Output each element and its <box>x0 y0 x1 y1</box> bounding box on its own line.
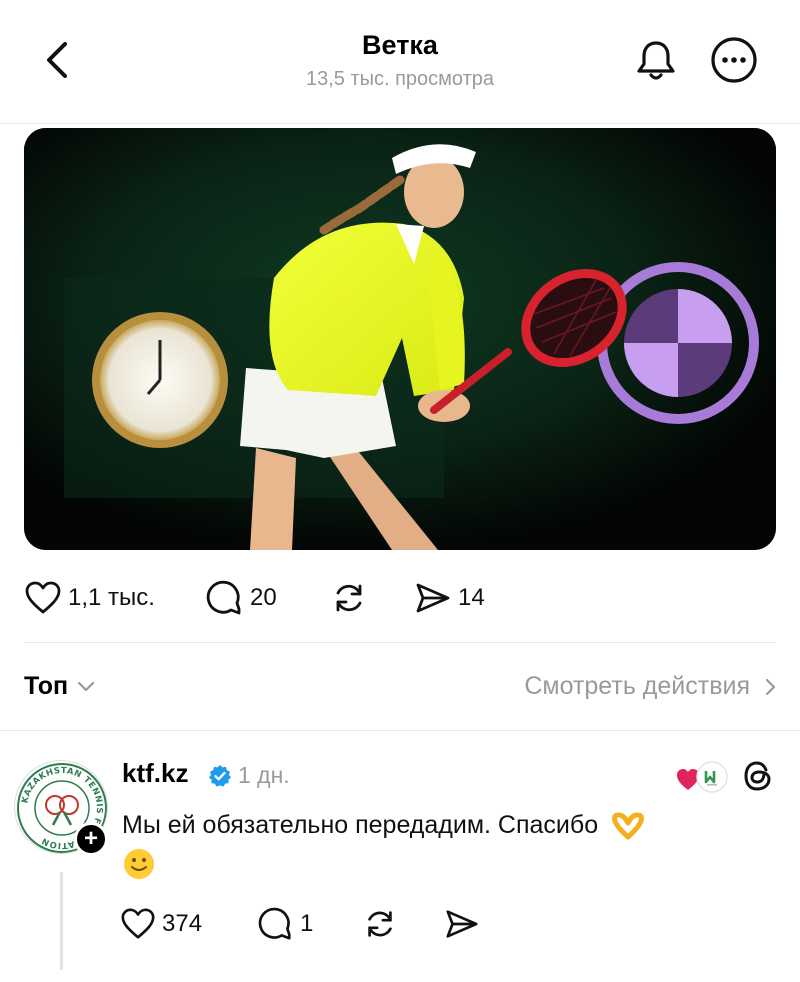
divider <box>24 642 776 643</box>
send-icon <box>446 910 478 938</box>
reply-time: 1 дн. <box>238 762 290 788</box>
reply-username[interactable]: ktf.kz <box>122 758 188 789</box>
verified-icon <box>209 765 231 787</box>
thread-header: Ветка 13,5 тыс. просмотра <box>0 0 800 124</box>
chevron-right-icon <box>765 678 776 695</box>
reply-share-button[interactable] <box>444 900 480 948</box>
send-icon <box>416 583 450 613</box>
repost-icon <box>368 911 392 937</box>
reply-like-count: 374 <box>162 910 203 937</box>
repost-button[interactable] <box>330 574 368 622</box>
reply-like-button[interactable]: 374 <box>120 900 202 948</box>
bell-icon <box>637 41 675 80</box>
reply-reply-button[interactable]: 1 <box>258 900 313 948</box>
more-options-button[interactable] <box>710 36 758 84</box>
reply-item: KAZAKHSTAN TENNIS FEDERATION + ktf.kz 1 … <box>0 740 800 982</box>
share-count: 14 <box>458 584 485 611</box>
reply-actions: 374 1 <box>0 900 800 948</box>
reply-text-body: Мы ей обязательно передадим. Спасибо <box>122 811 599 839</box>
like-count: 1,1 тыс. <box>68 584 155 611</box>
view-count: 13,5 тыс. просмотра <box>305 68 495 90</box>
page-title: Ветка <box>362 30 438 60</box>
heart-hands-emoji <box>612 812 645 840</box>
follow-button[interactable]: + <box>74 822 108 856</box>
post-actions: 1,1 тыс. 20 14 <box>0 574 800 622</box>
reply-text: Мы ей обязательно передадим. Спасибо <box>122 806 772 882</box>
reply-repost-button[interactable] <box>362 900 398 948</box>
share-button[interactable]: 14 <box>414 574 485 622</box>
reply-reply-count: 1 <box>300 910 314 937</box>
heart-icon <box>25 581 61 614</box>
tennis-player-photo <box>24 128 776 550</box>
heart-icon <box>121 908 155 939</box>
post-image[interactable] <box>24 128 776 550</box>
divider <box>0 730 800 731</box>
comment-icon <box>258 907 291 940</box>
sort-dropdown[interactable]: Топ <box>24 672 96 701</box>
view-activity-link[interactable]: Смотреть действия <box>524 672 776 701</box>
threads-icon <box>744 761 771 791</box>
notifications-button[interactable] <box>632 36 680 84</box>
repost-icon <box>336 584 362 612</box>
comment-icon <box>206 580 241 615</box>
liked-by-icon <box>677 761 728 793</box>
replies-toolbar: Топ Смотреть действия <box>0 660 800 716</box>
more-icon <box>711 37 757 83</box>
smiling-face-emoji <box>124 849 154 880</box>
like-button[interactable]: 1,1 тыс. <box>24 574 155 622</box>
reply-button[interactable]: 20 <box>206 574 277 622</box>
plus-icon: + <box>83 825 98 852</box>
reply-count: 20 <box>250 584 277 611</box>
view-activity-label: Смотреть действия <box>524 672 750 700</box>
sort-label: Топ <box>24 672 69 700</box>
chevron-down-icon <box>77 681 95 691</box>
